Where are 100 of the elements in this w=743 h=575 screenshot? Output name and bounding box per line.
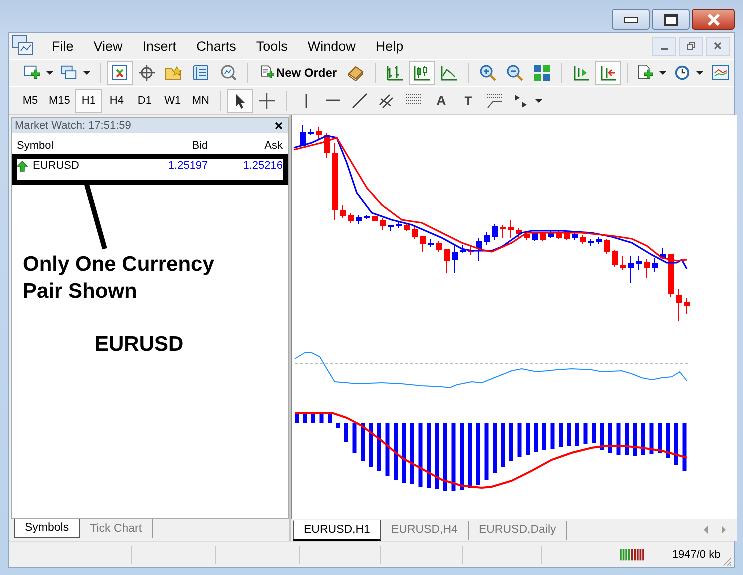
panel-icon (192, 64, 210, 82)
resize-grip-icon[interactable] (720, 555, 732, 567)
histogram-bar (518, 423, 522, 457)
histogram-bar (452, 423, 456, 491)
histogram-bar (394, 423, 398, 480)
candlestick (516, 228, 522, 238)
line-chart-icon (440, 64, 458, 82)
zoom-out-icon (506, 64, 524, 82)
timeframe-button[interactable]: M5 (17, 88, 44, 112)
column-header[interactable]: Symbol (12, 140, 127, 152)
panel-tab[interactable]: Tick Chart (80, 519, 154, 538)
vertical-line-icon (304, 92, 308, 108)
histogram-bar (542, 423, 546, 450)
chart-play-icon (572, 64, 590, 82)
close-button[interactable] (273, 120, 285, 132)
menu-item[interactable]: Window (298, 38, 366, 54)
market-watch-button[interactable] (107, 61, 133, 85)
candlestick (676, 288, 682, 322)
crosshair-icon (258, 92, 276, 110)
histogram-bar (616, 423, 621, 455)
candlestick (620, 256, 626, 270)
histogram-bar (328, 413, 332, 423)
candlestick (580, 234, 586, 244)
candlestick-button[interactable] (409, 61, 436, 85)
annotation-text: Only One Currency (23, 252, 214, 278)
histogram-bar (361, 423, 365, 461)
menu-item[interactable]: File (42, 38, 84, 54)
minimize-button[interactable] (612, 9, 650, 30)
histogram-bar (418, 423, 423, 487)
close-button[interactable] (692, 9, 735, 30)
maximize-button[interactable] (652, 9, 690, 30)
bar-chart-icon (386, 64, 404, 82)
new-order-button[interactable]: New Order (254, 61, 342, 85)
restore-icon (686, 42, 696, 50)
histogram-bar (633, 423, 638, 456)
text-tool-button[interactable]: A (428, 88, 454, 112)
market-watch-icon (111, 64, 129, 82)
histogram-bar (550, 423, 555, 449)
histogram-bar (650, 423, 654, 454)
timeframe-button[interactable]: M15 (45, 88, 74, 112)
candlestick (524, 232, 530, 240)
histogram-bar (378, 423, 382, 471)
app-icon (12, 35, 34, 57)
restore-button[interactable] (679, 36, 703, 56)
candlestick (364, 214, 370, 220)
histogram-bar (666, 423, 670, 458)
column-header[interactable]: Bid (126, 140, 214, 152)
chart-tab[interactable]: EURUSD,H1 (293, 520, 382, 540)
trend-line-icon (351, 92, 370, 110)
menu-item[interactable]: Tools (246, 38, 298, 54)
histogram-bar (386, 423, 390, 476)
candlestick (644, 258, 650, 278)
panel-title: Market Watch: 17:51:59 (15, 120, 132, 132)
quote-row[interactable]: EURUSD 1.25197 1.25216 (12, 155, 288, 177)
candlestick (388, 224, 394, 232)
text-label-tool-button[interactable]: T (455, 88, 482, 112)
channel-icon (378, 92, 396, 110)
connection-bars-icon (620, 548, 644, 560)
menu-item[interactable]: Insert (132, 38, 187, 54)
histogram-bar (559, 423, 563, 447)
candlestick (668, 254, 674, 298)
panel-tab[interactable]: Symbols (14, 517, 80, 538)
timeframe-button[interactable]: W1 (159, 88, 186, 112)
candlestick (508, 220, 514, 238)
histogram-bar (320, 413, 324, 423)
histogram-bar (510, 423, 514, 461)
timeframe-button[interactable]: H1 (75, 88, 102, 112)
menu-item[interactable]: Charts (186, 38, 246, 54)
timeframe-button[interactable]: D1 (131, 88, 158, 112)
histogram-bar (526, 423, 530, 455)
histogram-bar (344, 423, 348, 442)
histogram-bar (410, 423, 414, 484)
candlestick (452, 244, 458, 274)
candlestick (628, 256, 634, 284)
histogram-bar (682, 423, 687, 471)
new-chart-icon (24, 64, 42, 82)
candlestick (660, 248, 666, 260)
chart-tab[interactable]: EURUSD,H4 (381, 520, 469, 540)
timeframe-button[interactable]: H4 (103, 88, 130, 112)
histogram-bar (608, 423, 612, 453)
annotation-symbol: EURUSD (95, 333, 184, 357)
column-header[interactable]: Ask (213, 140, 288, 152)
zoom-in-icon (479, 64, 498, 82)
chart-tab[interactable]: EURUSD,Daily (468, 520, 568, 540)
histogram-bar (427, 423, 431, 488)
menu-item[interactable]: Help (366, 38, 414, 54)
histogram-bar (369, 423, 374, 467)
candlestick (444, 248, 450, 274)
minimize-icon (624, 16, 638, 22)
cursor-tool-button[interactable] (227, 88, 254, 112)
minimize-icon (660, 48, 668, 50)
menu-item[interactable]: View (84, 38, 133, 54)
chart-shift-button[interactable] (595, 61, 621, 85)
histogram-bar (295, 413, 299, 423)
close-icon (706, 14, 720, 26)
histogram-bar (674, 423, 678, 465)
histogram-bar (501, 423, 506, 467)
fan-icon (486, 92, 504, 110)
timeframe-button[interactable]: MN (187, 88, 214, 112)
histogram-bar (312, 413, 316, 423)
